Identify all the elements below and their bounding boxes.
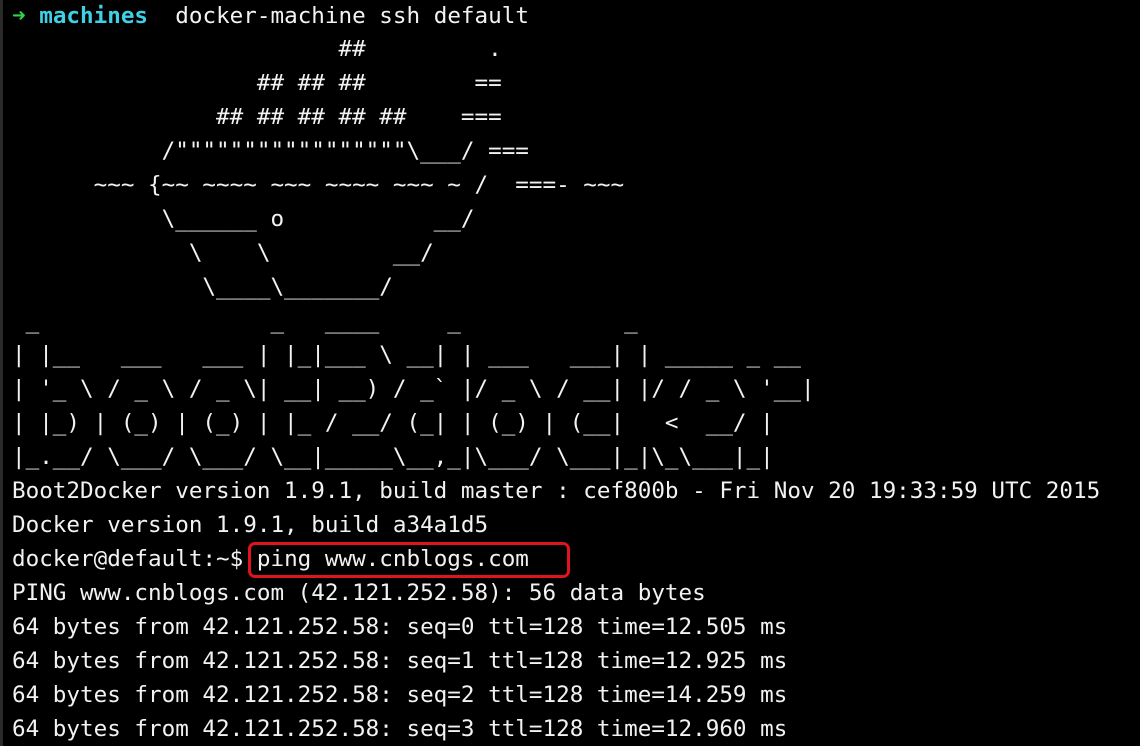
docker-version-line: Docker version 1.9.1, build a34a1d5 [12,512,489,538]
prompt-arrow-icon: ➜ [12,3,26,29]
boot2docker-logo-line: | |_) | (_) | (_) | |_ / __/ (_| | (_) |… [12,410,774,436]
terminal-left-edge [0,0,3,746]
boot2docker-logo-line: _ _ ____ _ _ [12,308,638,334]
local-shell-prompt-line: ➜ machines docker-machine ssh default [12,0,529,33]
ping-reply-line: 64 bytes from 42.121.252.58: seq=0 ttl=1… [12,614,788,640]
boot2docker-logo-line: | |__ ___ ___ | |_|___ \ __| | ___ ___| … [12,342,801,368]
docker-whale-art-line: ## ## ## ## ## === [12,104,502,130]
local-command: docker-machine ssh default [175,3,529,29]
remote-prompt: docker@default:~$ [12,546,244,572]
prompt-directory: machines [39,3,149,29]
ping-header-line: PING www.cnblogs.com (42.121.252.58): 56… [12,580,706,606]
boot2docker-logo-line: |_.__/ \___/ \___/ \__|_____\__,_|\___/ … [12,444,774,470]
docker-whale-art-line: \ \ __/ [12,240,434,266]
boot2docker-version-line: Boot2Docker version 1.9.1, build master … [12,478,1101,504]
docker-whale-art-line: /"""""""""""""""""\___/ === [12,138,529,164]
docker-whale-art-line: ~~~ {~~ ~~~~ ~~~ ~~~~ ~~~ ~ / ===- ~~~ [12,172,625,198]
command-highlight-box [248,542,570,578]
boot2docker-logo-line: | '_ \ / _ \ / _ \| __| __) / _` |/ _ \ … [12,376,815,402]
docker-whale-art-line: ## . [12,36,502,62]
terminal-window[interactable]: ➜ machines docker-machine ssh default ##… [0,0,1140,746]
ping-reply-line: 64 bytes from 42.121.252.58: seq=1 ttl=1… [12,648,788,674]
ping-reply-line: 64 bytes from 42.121.252.58: seq=3 ttl=1… [12,716,788,742]
ping-reply-line: 64 bytes from 42.121.252.58: seq=2 ttl=1… [12,682,788,708]
docker-whale-art-line: \______ o __/ [12,206,475,232]
docker-whale-art-line: ## ## ## == [12,70,502,96]
docker-whale-art-line: \____\_______/ [12,274,393,300]
